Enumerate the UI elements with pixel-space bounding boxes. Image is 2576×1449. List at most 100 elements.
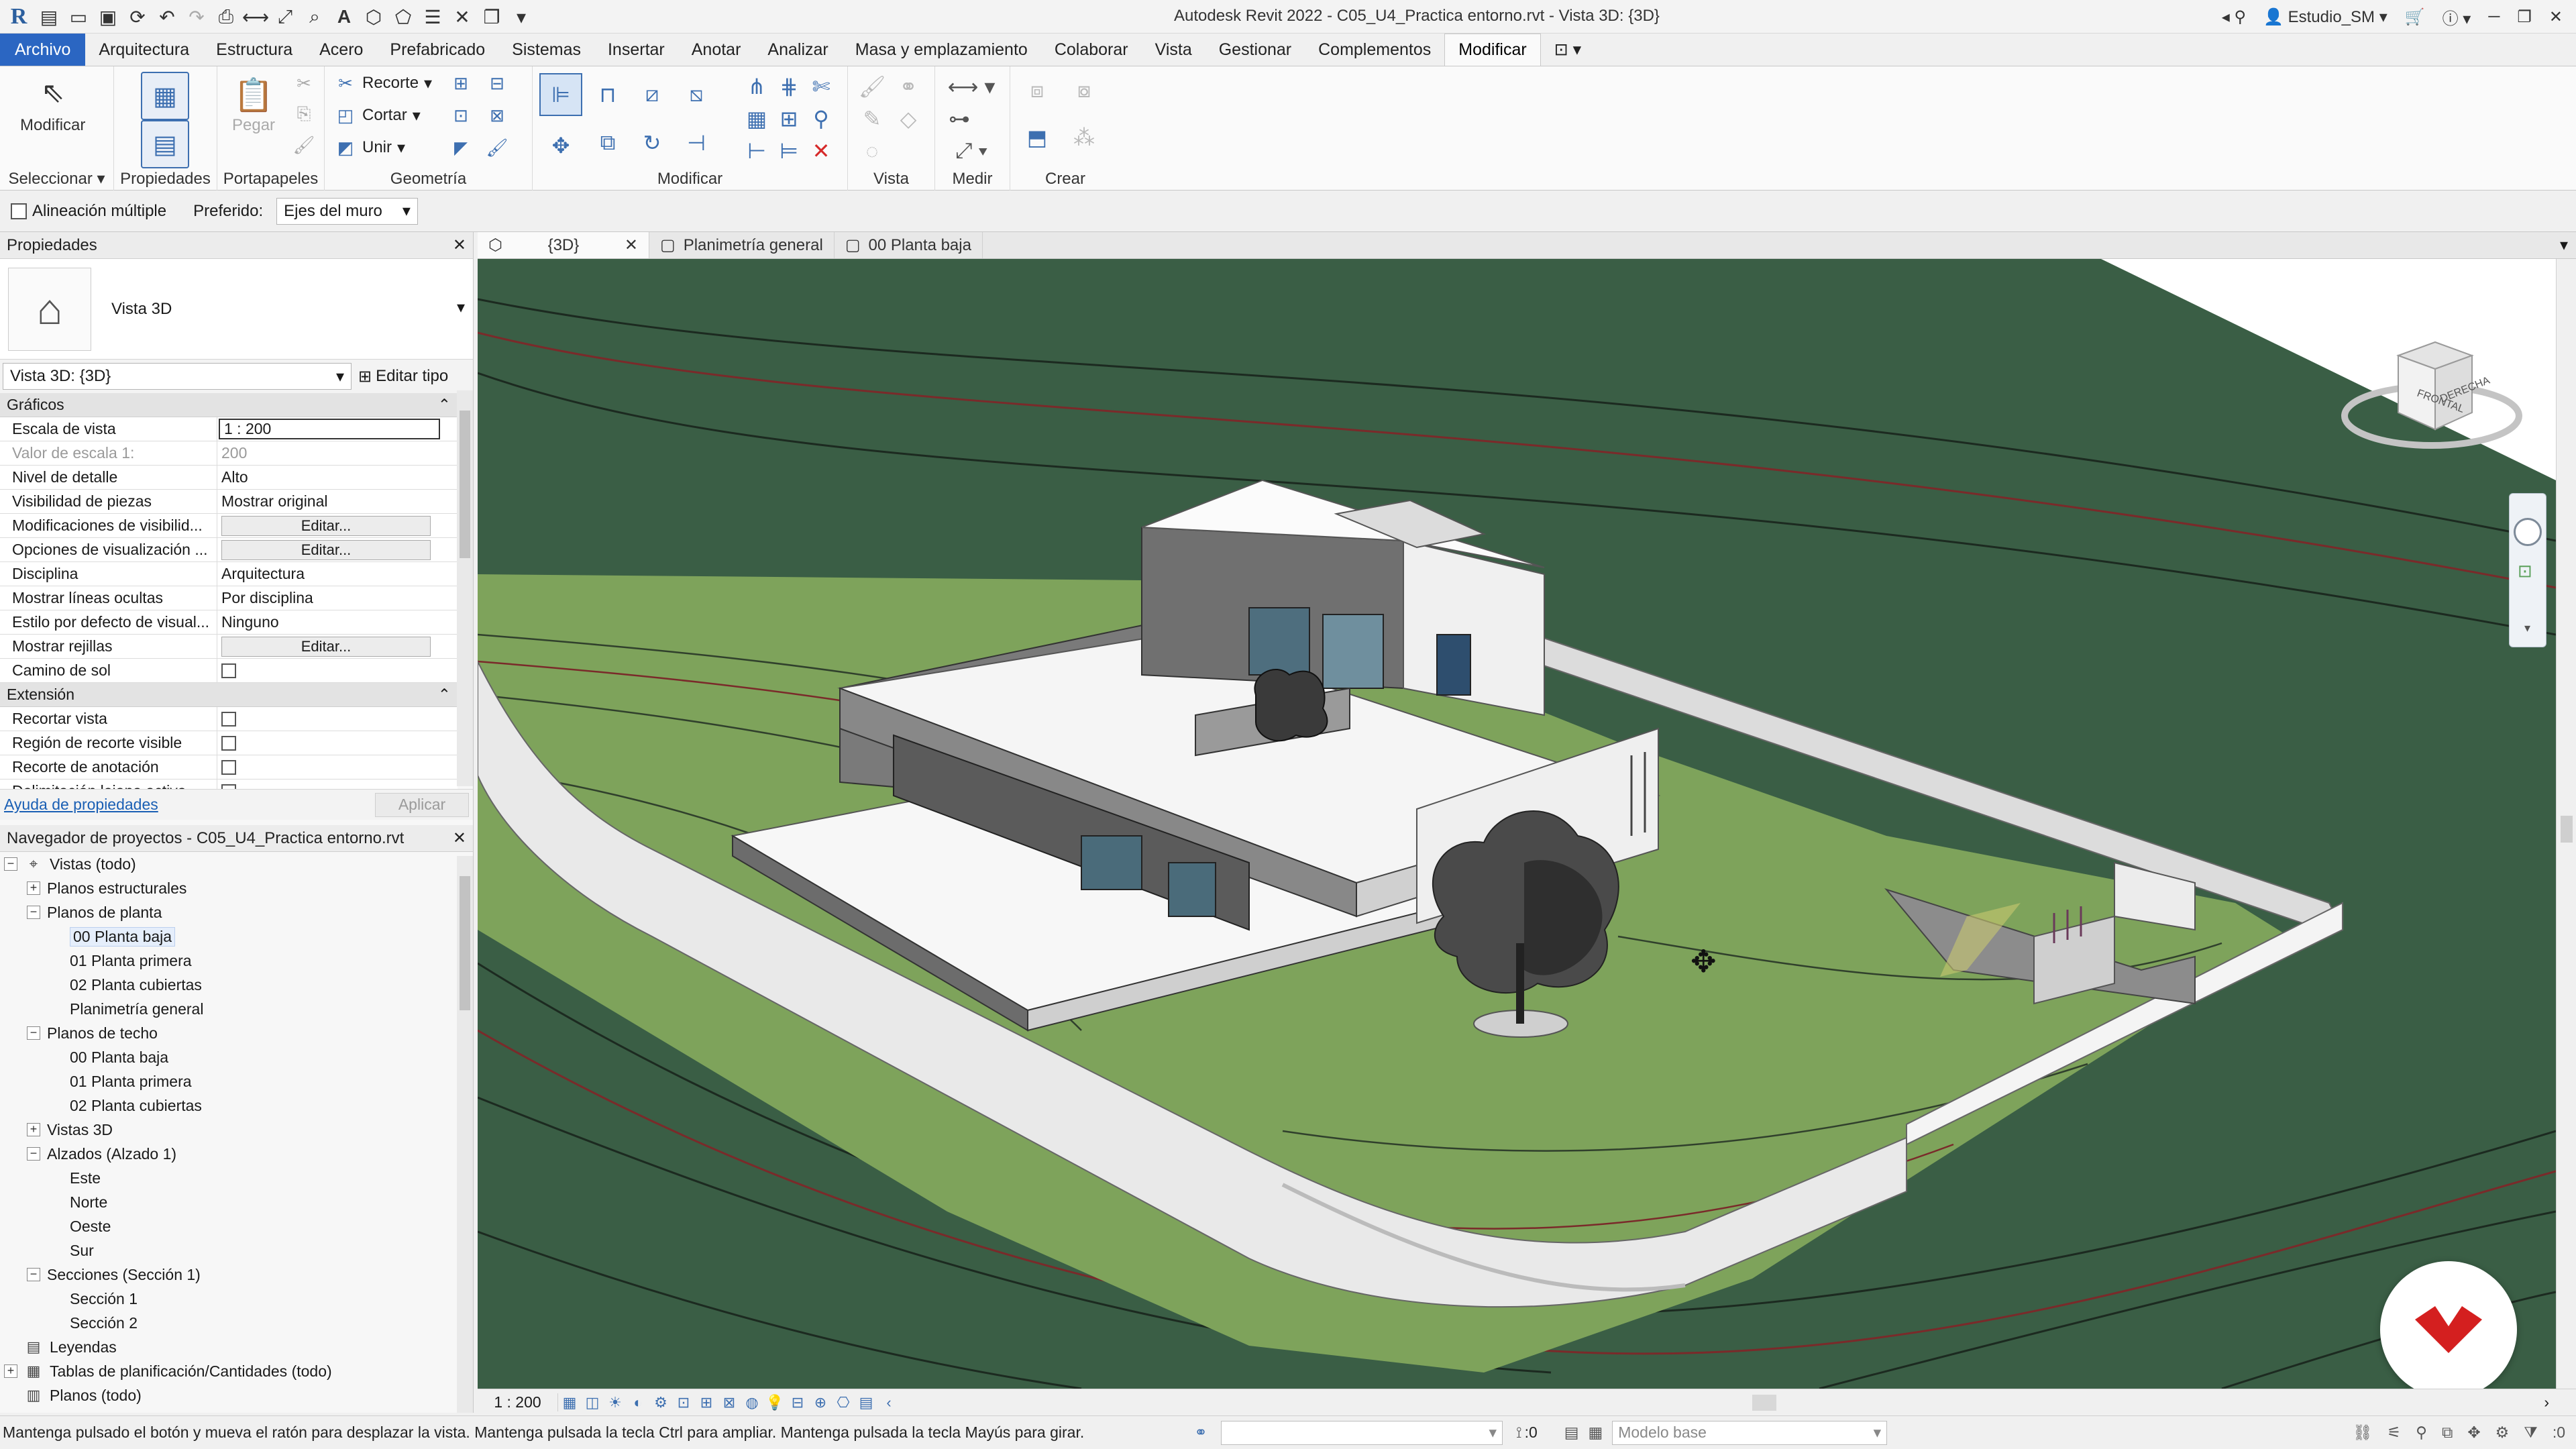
browser-item[interactable]: + Vistas 3D: [4, 1118, 458, 1142]
revit-logo-icon[interactable]: R: [5, 3, 32, 30]
browser-item[interactable]: 02 Planta cubiertas: [4, 973, 458, 997]
temporary-hide-icon[interactable]: ◍: [743, 1393, 761, 1412]
property-group-header[interactable]: Gráficos ⌃: [0, 393, 458, 417]
scroll-thumb[interactable]: [2561, 816, 2573, 843]
analytical-model-icon[interactable]: ⊕: [811, 1393, 830, 1412]
browser-item[interactable]: ▤ Leyendas: [4, 1335, 458, 1359]
redo-icon[interactable]: ↷: [184, 4, 209, 30]
undo-icon[interactable]: ↶: [154, 4, 180, 30]
open-folder-icon[interactable]: ▭: [66, 4, 91, 30]
measure-distance-icon[interactable]: ⟷ ▾: [945, 72, 998, 101]
restore-button[interactable]: ❐: [2517, 7, 2532, 27]
paste-button[interactable]: 📋 Pegar: [232, 76, 275, 135]
view-scale[interactable]: 1 : 200: [478, 1393, 558, 1411]
open-icon[interactable]: ▤: [36, 4, 62, 30]
property-value[interactable]: Editar...: [217, 635, 439, 658]
cut-geometry-button[interactable]: ◰ Cortar ▾: [334, 104, 421, 127]
property-checkbox[interactable]: [221, 784, 236, 789]
multi-align-checkbox[interactable]: Alineación múltiple: [11, 202, 166, 221]
collapse-icon[interactable]: ⌃: [438, 686, 451, 704]
rotate-icon[interactable]: ↻: [633, 124, 671, 162]
design-options-icon[interactable]: ▤: [1564, 1424, 1579, 1442]
create-assembly-icon[interactable]: ⧈: [1017, 70, 1057, 111]
property-value[interactable]: Mostrar original: [217, 490, 439, 513]
viewcube[interactable]: FRONTAL DERECHA: [2334, 329, 2529, 463]
ribbon-tab-12[interactable]: Gestionar: [1205, 34, 1305, 66]
property-value[interactable]: 200: [217, 441, 439, 465]
property-value[interactable]: [217, 755, 439, 779]
match-type-icon[interactable]: 🖌: [292, 133, 315, 156]
editing-requests-icon[interactable]: ⟟: [1516, 1424, 1522, 1442]
edit-type-button[interactable]: ⊞ Editar tipo: [358, 367, 448, 386]
filter-icon[interactable]: ⧩: [2524, 1424, 2538, 1442]
customize-qat-icon[interactable]: ▾: [508, 4, 534, 30]
user-account[interactable]: 👤 Estudio_SM ▾: [2263, 7, 2387, 27]
property-checkbox[interactable]: [221, 663, 236, 678]
sync-icon[interactable]: ⟳: [125, 4, 150, 30]
text-icon[interactable]: A: [331, 4, 357, 30]
browser-item[interactable]: 01 Planta primera: [4, 1069, 458, 1093]
select-links-icon[interactable]: ⛓: [2353, 1424, 2372, 1442]
offset-icon[interactable]: ⊓: [589, 76, 627, 113]
cope-button[interactable]: ✂ Recorte ▾: [334, 72, 432, 95]
ribbon-tab-13[interactable]: Complementos: [1305, 34, 1444, 66]
browser-item[interactable]: + Planos estructurales: [4, 876, 458, 900]
worksharing-icon[interactable]: ⊟: [788, 1393, 807, 1412]
collapse-icon[interactable]: −: [27, 906, 40, 919]
steering-wheel-icon[interactable]: [2514, 518, 2542, 546]
ribbon-tab-4[interactable]: Prefabricado: [376, 34, 498, 66]
print-icon[interactable]: ⎙: [213, 4, 239, 30]
browser-item[interactable]: 02 Planta cubiertas: [4, 1093, 458, 1118]
ribbon-tab-7[interactable]: Anotar: [678, 34, 755, 66]
unpin-icon[interactable]: ✄: [806, 72, 836, 101]
visual-style-icon[interactable]: ◫: [583, 1393, 602, 1412]
nav-menu-icon[interactable]: ▾: [2524, 621, 2530, 635]
crop-view-icon[interactable]: ⊡: [674, 1393, 693, 1412]
section-icon[interactable]: ⬠: [390, 4, 416, 30]
edit-button[interactable]: Editar...: [221, 636, 431, 657]
measure-icon[interactable]: ⟷: [242, 4, 269, 30]
pin-icon[interactable]: ⚲: [806, 104, 836, 133]
join-button[interactable]: ◩ Unir ▾: [334, 136, 405, 159]
properties-help-link[interactable]: Ayuda de propiedades: [4, 796, 158, 814]
override-graphics-icon[interactable]: 🖌: [857, 72, 887, 101]
property-value[interactable]: Por disciplina: [217, 586, 439, 610]
scroll-thumb[interactable]: [460, 411, 470, 558]
collapse-icon[interactable]: −: [27, 1147, 40, 1161]
tabs-menu-icon[interactable]: ▾: [2552, 232, 2576, 258]
shadows-icon[interactable]: ◐: [629, 1393, 647, 1412]
ribbon-tab-11[interactable]: Vista: [1142, 34, 1205, 66]
property-value[interactable]: [217, 731, 439, 755]
property-group-header[interactable]: Extensión ⌃: [0, 683, 458, 707]
workset-dropdown[interactable]: ▾: [1221, 1420, 1503, 1445]
worksets-icon[interactable]: ⚭: [1181, 1424, 1221, 1442]
browser-item[interactable]: − ⌖ Vistas (todo): [4, 852, 458, 876]
switch-windows-icon[interactable]: ❐: [479, 4, 504, 30]
show-crop-icon[interactable]: ⊞: [697, 1393, 716, 1412]
browser-item[interactable]: Planimetría general: [4, 997, 458, 1021]
browser-item[interactable]: Sur: [4, 1238, 458, 1263]
3d-viewport[interactable]: ✥: [478, 259, 2556, 1389]
demolish-icon[interactable]: ⊟: [486, 72, 508, 95]
properties-scrollbar[interactable]: [457, 390, 473, 786]
help-icon[interactable]: ⓘ ▾: [2443, 5, 2471, 29]
expand-icon[interactable]: +: [27, 1123, 40, 1136]
join-roof-icon[interactable]: ⊠: [486, 104, 508, 127]
edit-button[interactable]: Editar...: [221, 515, 431, 536]
ribbon-tab-8[interactable]: Analizar: [754, 34, 841, 66]
paint-view-icon[interactable]: ◌: [857, 136, 887, 166]
browser-item[interactable]: 00 Planta baja: [4, 924, 458, 949]
collapse-icon[interactable]: −: [4, 857, 17, 871]
edit-button[interactable]: Editar...: [221, 539, 431, 560]
reveal-hidden-icon[interactable]: 💡: [765, 1393, 784, 1412]
split-icon[interactable]: ⋔: [742, 72, 771, 101]
property-value[interactable]: Editar...: [217, 538, 439, 561]
zoom-icon[interactable]: ⊡: [2518, 561, 2538, 581]
browser-item[interactable]: − Planos de planta: [4, 900, 458, 924]
browser-item[interactable]: 01 Planta primera: [4, 949, 458, 973]
preferred-dropdown[interactable]: Ejes del muro ▾: [276, 197, 418, 225]
trim-multiple-icon[interactable]: ⊢: [742, 136, 771, 166]
ribbon-tab-0[interactable]: Archivo: [0, 34, 86, 66]
delete-icon[interactable]: ✕: [806, 136, 836, 166]
property-value[interactable]: Editar...: [217, 514, 439, 537]
